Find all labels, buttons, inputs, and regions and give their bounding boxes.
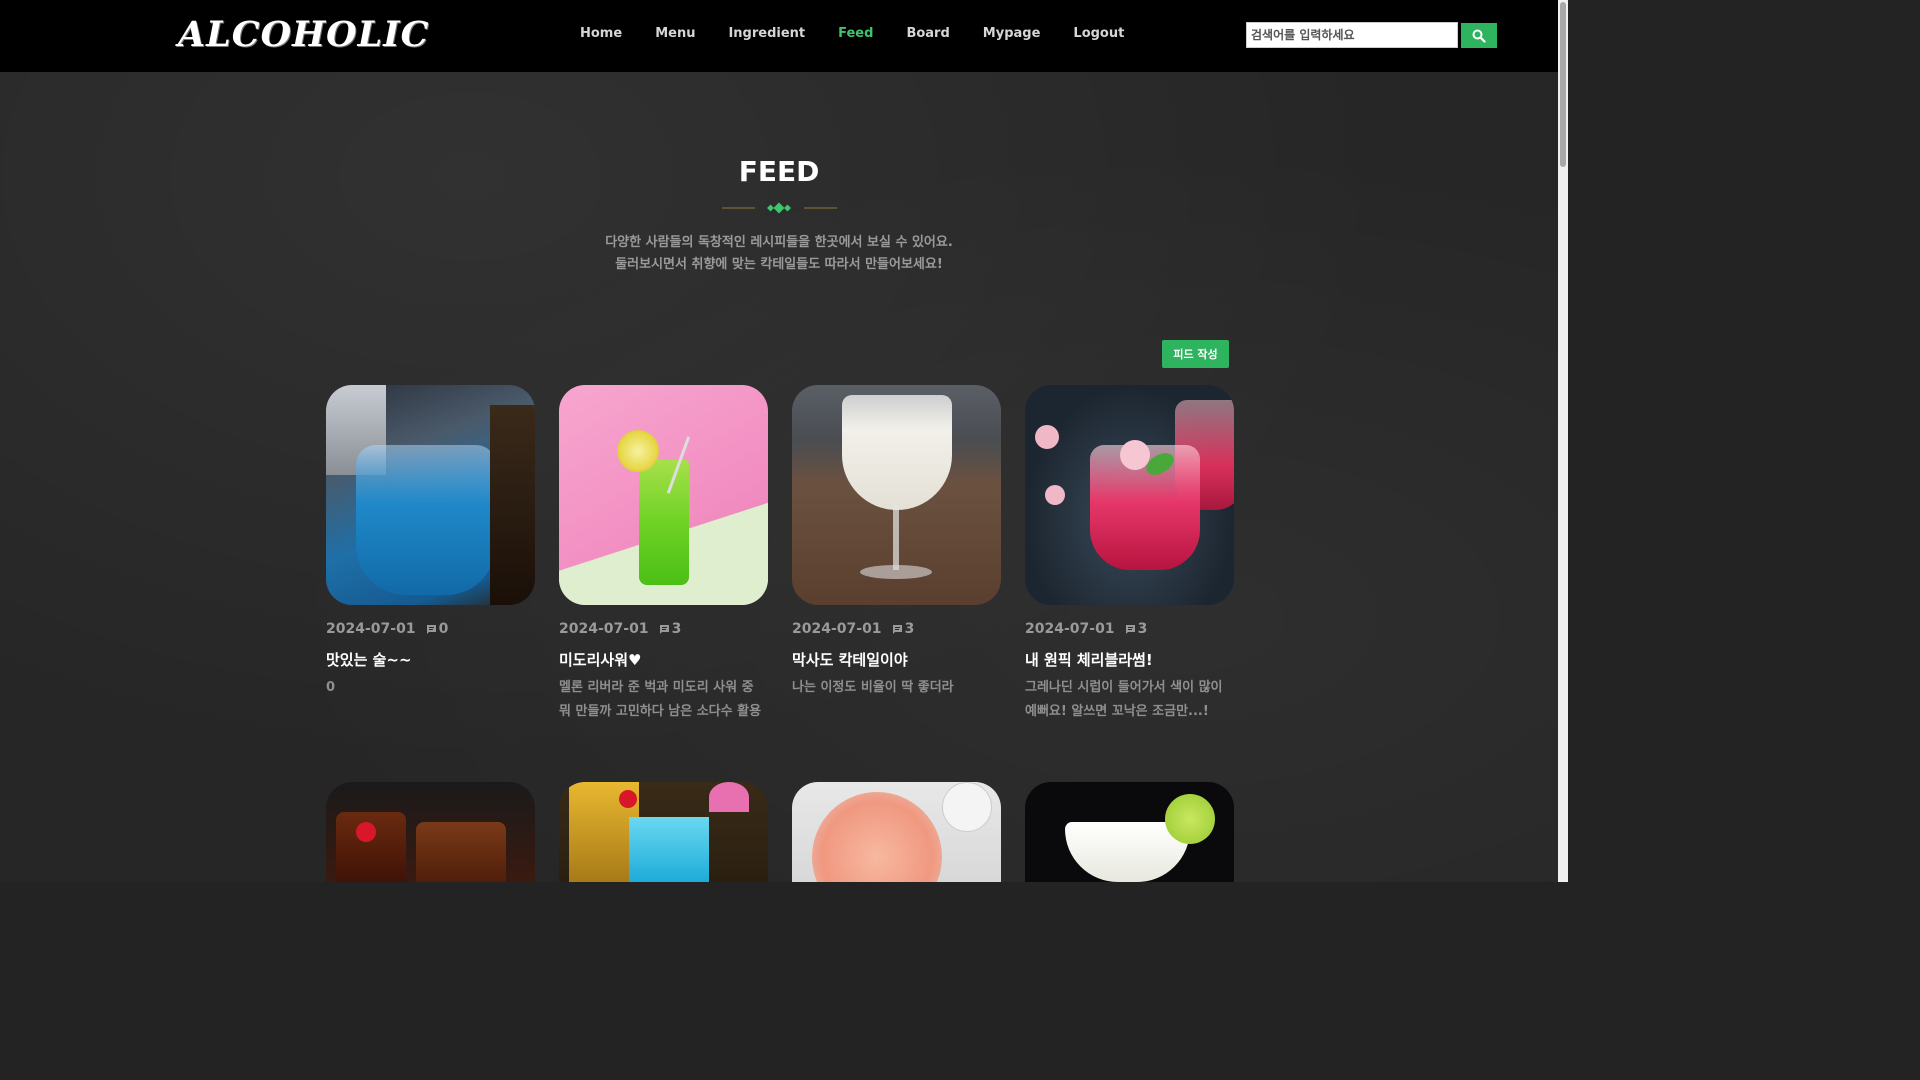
card-body: 그레나딘 시럽이 들어가서 색이 많이 예뻐요! 알쓰면 꼬낙은 조금만...! — [1025, 680, 1223, 719]
comment-count-value: 3 — [671, 621, 682, 637]
nav-home[interactable]: Home — [580, 26, 622, 41]
comment-count: 3 — [892, 621, 915, 637]
nav-logout[interactable]: Logout — [1073, 26, 1124, 41]
page-description: 다양한 사람들의 독창적인 레시피들을 한곳에서 보실 수 있어요. 둘러보시면… — [0, 232, 1558, 276]
write-feed-button[interactable]: 피드 작성 — [1162, 340, 1229, 368]
comment-icon — [1125, 624, 1135, 634]
feed-card[interactable]: 2024-07-01 3 미도리사워♥ 멜론 리버라 준 벅과 미도리 사워 중… — [559, 385, 768, 724]
comment-count-value: 0 — [438, 621, 449, 637]
card-body: 멜론 리버라 준 벅과 미도리 사워 중 뭐 만들까 고민하다 남은 소다수 활… — [559, 680, 762, 719]
card-title[interactable]: 막사도 칵테일이야 — [792, 649, 1001, 670]
description-line-1: 다양한 사람들의 독창적인 레시피들을 한곳에서 보실 수 있어요. — [605, 235, 953, 250]
comment-count-value: 3 — [904, 621, 915, 637]
cocktail-photo[interactable] — [792, 385, 1001, 605]
title-divider — [722, 202, 837, 214]
feed-card[interactable]: 2024-07-01 0 맛있는 술~~ 0 — [326, 385, 535, 700]
comment-icon — [659, 624, 669, 634]
search-icon — [1472, 29, 1486, 43]
feed-card[interactable]: 2024-07-01 3 내 원픽 체리블라썸! 그레나딘 시럽이 들어가서 색… — [1025, 385, 1234, 724]
card-date: 2024-07-01 — [559, 621, 649, 637]
feed-card[interactable] — [559, 782, 768, 882]
feed-card[interactable]: 2024-07-01 3 막사도 칵테일이야 나는 이정도 비율이 딱 좋더라 — [792, 385, 1001, 700]
comment-count: 0 — [426, 621, 449, 637]
cocktail-photo[interactable] — [1025, 385, 1234, 605]
comment-count: 3 — [659, 621, 682, 637]
feed-card[interactable] — [326, 782, 535, 882]
cocktail-photo[interactable] — [559, 782, 768, 882]
comment-icon — [892, 624, 902, 634]
scrollbar-thumb[interactable] — [1560, 2, 1566, 167]
cocktail-photo[interactable] — [326, 782, 535, 882]
feed-card[interactable] — [1025, 782, 1234, 882]
comment-count: 3 — [1125, 621, 1148, 637]
search-input[interactable] — [1246, 22, 1458, 48]
feed-card[interactable] — [792, 782, 1001, 882]
nav-feed[interactable]: Feed — [838, 26, 873, 41]
card-body: 0 — [326, 680, 336, 695]
comment-count-value: 3 — [1137, 621, 1148, 637]
page-title: FEED — [738, 155, 820, 188]
cocktail-photo[interactable] — [792, 782, 1001, 882]
card-title[interactable]: 맛있는 술~~ — [326, 649, 535, 670]
card-title[interactable]: 미도리사워♥ — [559, 649, 768, 670]
card-date: 2024-07-01 — [326, 621, 416, 637]
cocktail-photo[interactable] — [326, 385, 535, 605]
card-meta: 2024-07-01 3 — [1025, 621, 1234, 637]
card-meta: 2024-07-01 3 — [792, 621, 1001, 637]
card-body: 나는 이정도 비율이 딱 좋더라 — [792, 680, 954, 695]
page-scrollbar[interactable] — [1558, 0, 1568, 882]
nav-menu[interactable]: Menu — [655, 26, 695, 41]
cocktail-photo[interactable] — [1025, 782, 1234, 882]
site-logo[interactable]: ALCOHOLIC — [178, 14, 430, 55]
card-date: 2024-07-01 — [1025, 621, 1115, 637]
card-title[interactable]: 내 원픽 체리블라썸! — [1025, 649, 1234, 670]
main-nav: Home Menu Ingredient Feed Board Mypage L… — [580, 26, 1157, 41]
card-meta: 2024-07-01 0 — [326, 621, 535, 637]
card-date: 2024-07-01 — [792, 621, 882, 637]
comment-icon — [426, 624, 436, 634]
nav-mypage[interactable]: Mypage — [983, 26, 1041, 41]
nav-board[interactable]: Board — [906, 26, 949, 41]
nav-ingredient[interactable]: Ingredient — [728, 26, 805, 41]
top-navigation-bar: ALCOHOLIC Home Menu Ingredient Feed Boar… — [0, 0, 1558, 72]
description-line-2: 둘러보시면서 취향에 맞는 칵테일들도 따라서 만들어보세요! — [615, 257, 943, 272]
search-button[interactable] — [1461, 23, 1497, 48]
cocktail-photo[interactable] — [559, 385, 768, 605]
card-meta: 2024-07-01 3 — [559, 621, 768, 637]
